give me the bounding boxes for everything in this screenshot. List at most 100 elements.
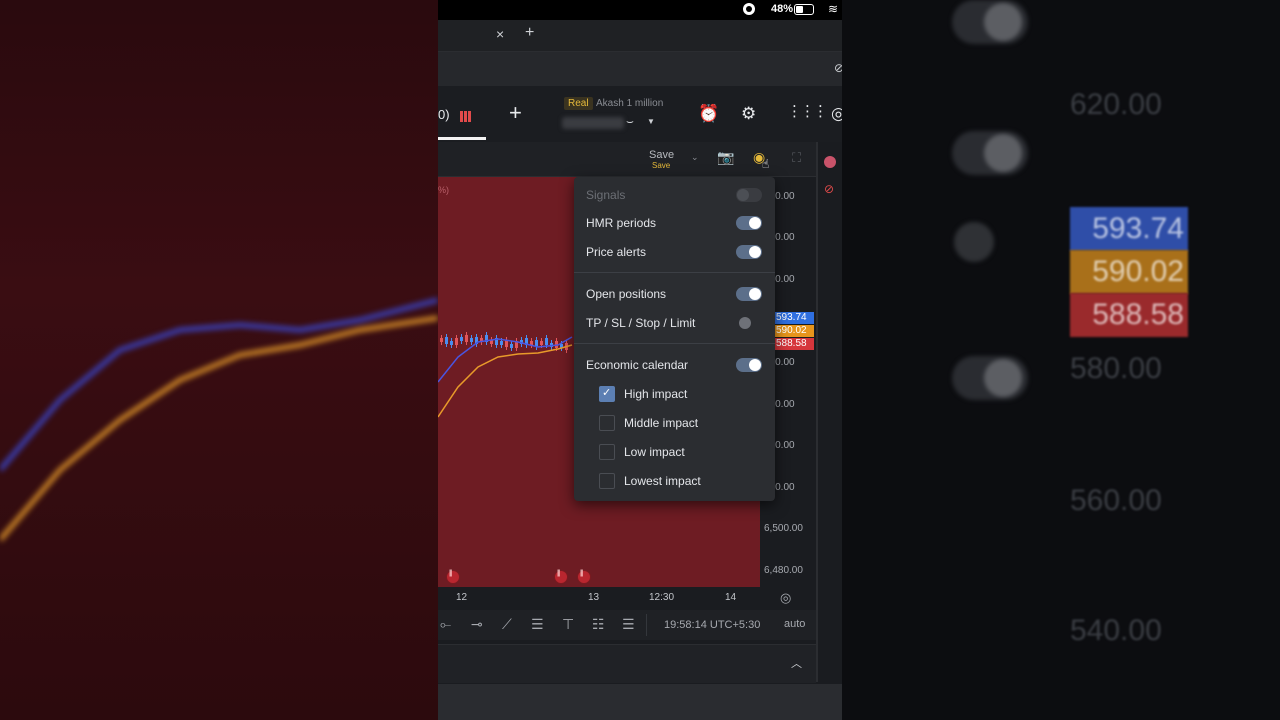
camera-icon[interactable]: 📷 <box>717 149 734 166</box>
economic-event-marker[interactable] <box>577 570 591 584</box>
chevron-down-icon[interactable]: ▼ <box>647 117 655 126</box>
new-tab-button[interactable]: + <box>525 24 534 42</box>
price-label: 6,480.00 <box>764 565 803 576</box>
eye-closed-icon[interactable]: ⌣ <box>626 114 634 129</box>
candle-body <box>455 338 458 345</box>
blurred-price-tag: 590.02 <box>1070 250 1188 294</box>
trend-line-tool-icon[interactable]: ⟋ <box>502 616 512 633</box>
price-tag-red: 588.58 <box>774 338 814 350</box>
signals-label: Signals <box>586 188 626 202</box>
blurred-price: 620.00 <box>1070 88 1162 121</box>
auto-scale-button[interactable]: auto <box>784 618 805 630</box>
block-icon[interactable]: ⊘ <box>824 182 834 196</box>
alarm-icon[interactable]: ⏰ <box>698 104 719 124</box>
menu-row-tp-sl[interactable]: TP / SL / Stop / Limit <box>574 309 775 337</box>
account-name[interactable]: Akash 1 million <box>596 98 663 109</box>
economic-event-marker[interactable] <box>554 570 568 584</box>
menu-row-hmr-periods[interactable]: HMR periods <box>574 209 775 237</box>
price-alerts-label: Price alerts <box>586 245 647 259</box>
horizontal-line-tool-icon[interactable]: ⊸ <box>471 616 483 633</box>
home-indicator-area <box>438 684 842 720</box>
active-tab-indicator <box>438 137 486 140</box>
tp-sl-toggle[interactable] <box>736 316 762 330</box>
vertical-line-tool-icon[interactable]: ⊤ <box>562 616 574 633</box>
price-alerts-toggle[interactable] <box>736 245 762 259</box>
menu-divider <box>574 343 775 344</box>
profile-icon[interactable]: ◎ <box>831 104 842 124</box>
fullscreen-icon[interactable]: ⛶ <box>792 150 801 166</box>
apps-grid-icon[interactable]: ⋮⋮⋮ <box>787 102 828 120</box>
levels-tool-icon[interactable]: ☰ <box>622 616 635 633</box>
candle-body <box>450 341 453 345</box>
candle-body <box>465 335 468 342</box>
asset-bars-icon[interactable] <box>460 109 472 122</box>
account-type-badge[interactable]: Real <box>564 97 593 110</box>
blurred-price: 580.00 <box>1070 352 1162 385</box>
high-impact-label: High impact <box>624 387 688 401</box>
status-bar: 48% ≋ <box>438 0 842 20</box>
menu-row-middle-impact[interactable]: Middle impact <box>574 409 775 437</box>
blurred-price: 540.00 <box>1070 614 1162 647</box>
menu-row-economic-calendar[interactable]: Economic calendar <box>574 351 775 379</box>
app-toolbar: 0) + Real Akash 1 million ⌣ ▼ ⏰ ⚙ ⋮⋮⋮ ◎ <box>438 86 842 142</box>
menu-row-price-alerts[interactable]: Price alerts <box>574 238 775 266</box>
fibonacci-tool-icon[interactable]: ☷ <box>592 616 605 633</box>
flag-icon[interactable] <box>824 156 836 168</box>
candle-body <box>540 341 543 345</box>
horizontal-ray-tool-icon[interactable]: ⟜ <box>440 616 451 633</box>
chevron-down-icon[interactable]: ⌄ <box>691 152 699 163</box>
phone-screen: 48% ≋ × + ⊘ 0) + Real Akash 1 million ⌣ … <box>438 0 842 720</box>
address-bar[interactable]: ⊘ <box>438 52 842 86</box>
chevron-up-icon[interactable]: ︿ <box>791 655 802 671</box>
menu-divider <box>574 272 775 273</box>
candle-body <box>460 337 463 341</box>
economic-calendar-toggle[interactable] <box>736 358 762 372</box>
assets-count[interactable]: 0) <box>438 107 450 122</box>
high-impact-checkbox[interactable] <box>599 386 615 402</box>
open-positions-toggle[interactable] <box>736 287 762 301</box>
right-side-strip: ⊘ <box>816 142 842 682</box>
chart-corner-label: %) <box>438 185 449 195</box>
blurred-price-tag: 593.74 <box>1070 207 1188 251</box>
time-label: 12:30 <box>649 592 675 603</box>
drawing-toolbar: ⟜ ⊸ ⟋ ☰ ⊤ ☷ ☰ 19:58:14 UTC+5:30 auto <box>438 610 816 640</box>
signals-toggle[interactable] <box>736 188 762 202</box>
candle-body <box>440 338 443 342</box>
economic-event-marker[interactable] <box>446 570 460 584</box>
lowest-impact-checkbox[interactable] <box>599 473 615 489</box>
blurred-price: 560.00 <box>1070 484 1162 517</box>
close-tab-button[interactable]: × <box>496 26 504 42</box>
time-label: 14 <box>725 592 737 603</box>
middle-impact-label: Middle impact <box>624 416 699 430</box>
axis-settings-icon[interactable]: ◎ <box>780 590 791 606</box>
menu-row-lowest-impact[interactable]: Lowest impact <box>574 467 775 495</box>
time-axis[interactable]: 12 13 12:30 14 ◎ <box>438 587 816 609</box>
time-label: 12 <box>456 592 468 603</box>
channel-tool-icon[interactable]: ☰ <box>531 616 544 633</box>
candle-body <box>445 337 448 344</box>
screen-record-icon <box>743 3 755 15</box>
menu-row-open-positions[interactable]: Open positions <box>574 280 775 308</box>
blurred-toggle <box>954 222 994 262</box>
candle-body <box>545 338 548 345</box>
gear-icon[interactable]: ⚙ <box>741 104 756 124</box>
menu-row-signals[interactable]: Signals <box>574 181 775 209</box>
hmr-periods-toggle[interactable] <box>736 216 762 230</box>
chart-visibility-menu: Signals HMR periods Price alerts Open po… <box>574 177 775 501</box>
add-asset-button[interactable]: + <box>509 100 522 126</box>
hmr-periods-label: HMR periods <box>586 216 657 230</box>
menu-row-high-impact[interactable]: High impact <box>574 380 775 408</box>
battery-icon <box>794 4 814 15</box>
account-balance-hidden[interactable] <box>562 117 624 129</box>
bottom-panel: ︿ <box>438 644 816 683</box>
open-positions-label: Open positions <box>586 287 667 301</box>
wifi-icon: ≋ <box>828 2 839 16</box>
low-impact-checkbox[interactable] <box>599 444 615 460</box>
time-label: 13 <box>588 592 600 603</box>
blurred-background-left <box>0 0 438 720</box>
middle-impact-checkbox[interactable] <box>599 415 615 431</box>
save-button[interactable]: Save <box>649 149 674 161</box>
low-impact-label: Low impact <box>624 445 685 459</box>
menu-row-low-impact[interactable]: Low impact <box>574 438 775 466</box>
tracking-off-icon[interactable]: ⊘ <box>834 61 842 75</box>
